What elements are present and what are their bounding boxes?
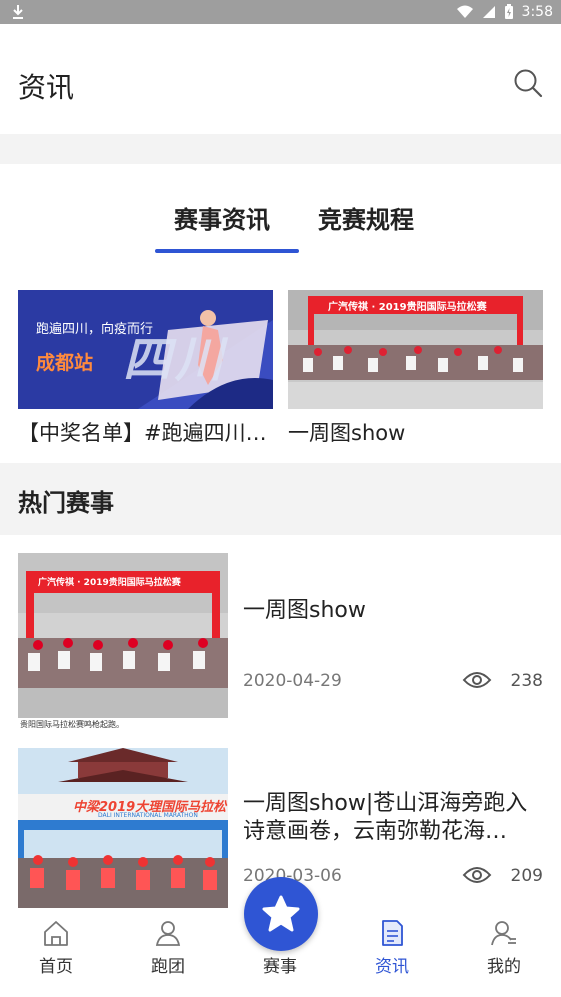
thumbnail-subtitle: DALI INTERNATIONAL MARATHON [98, 812, 198, 819]
item-date: 2020-04-29 [243, 671, 342, 691]
wifi-icon [456, 5, 473, 18]
featured-image-banner: 广汽传祺 · 2019贵阳国际马拉松赛 [328, 302, 487, 313]
featured-image-text-2: 成都站 [36, 352, 94, 374]
nav-team[interactable]: 跑团 [128, 918, 208, 977]
page-title: 资讯 [18, 71, 75, 104]
tab-active-indicator [155, 249, 299, 253]
nav-label: 跑团 [151, 957, 185, 977]
nav-label: 我的 [487, 957, 521, 977]
status-bar: 3:58 [0, 0, 561, 24]
nav-news[interactable]: 资讯 [352, 918, 432, 977]
list-item[interactable]: 广汽传祺 · 2019贵阳国际马拉松赛 贵阳国际马拉松赛鸣枪起跑。 一周图sho… [0, 553, 561, 733]
nav-profile[interactable]: 我的 [464, 918, 544, 977]
item-views: 209 [510, 866, 543, 886]
search-icon[interactable] [513, 68, 543, 98]
news-icon [382, 920, 403, 946]
featured-caption: 【中奖名单】#跑遍四川#… [18, 421, 273, 445]
featured-card[interactable]: 广汽传祺 · 2019贵阳国际马拉松赛 一周图show [288, 290, 543, 447]
section-title: 热门赛事 [18, 489, 114, 517]
featured-image: 广汽传祺 · 2019贵阳国际马拉松赛 [288, 290, 543, 409]
status-time: 3:58 [521, 4, 553, 20]
views-icon [462, 867, 492, 883]
hot-events-header: 热门赛事 [0, 463, 561, 535]
views-icon [462, 672, 492, 688]
nav-home[interactable]: 首页 [16, 918, 96, 977]
signal-icon [482, 6, 495, 18]
section-divider [0, 134, 561, 164]
featured-caption: 一周图show [288, 421, 406, 445]
thumbnail-banner: 广汽传祺 · 2019贵阳国际马拉松赛 [38, 578, 181, 588]
profile-icon [491, 921, 516, 946]
item-views: 238 [510, 671, 543, 691]
featured-image: 跑遍四川，向疫而行 成都站 四川 [18, 290, 273, 409]
events-fab-button[interactable] [244, 877, 318, 951]
thumbnail-caption: 贵阳国际马拉松赛鸣枪起跑。 [20, 720, 124, 729]
status-right: 3:58 [456, 2, 553, 22]
team-icon [155, 921, 181, 946]
item-title: 一周图show [243, 598, 366, 623]
item-thumbnail: 中梁2019大理国际马拉松 DALI INTERNATIONAL MARATHO… [18, 748, 228, 908]
item-thumbnail: 广汽传祺 · 2019贵阳国际马拉松赛 贵阳国际马拉松赛鸣枪起跑。 [18, 553, 228, 733]
item-title: 一周图show|苍山洱海旁跑入诗意画卷，云南弥勒花海… [243, 791, 528, 844]
star-icon [262, 895, 300, 932]
tab-race-news[interactable]: 赛事资讯 [174, 200, 270, 235]
tab-race-rules[interactable]: 竞赛规程 [318, 200, 414, 235]
nav-label: 赛事 [263, 957, 297, 977]
download-icon [13, 5, 23, 19]
featured-card[interactable]: 跑遍四川，向疫而行 成都站 四川 【中奖名单】#跑遍四川#… [18, 290, 273, 447]
app-header: 资讯 [0, 24, 561, 134]
nav-label: 首页 [39, 957, 73, 977]
category-tabs: 赛事资讯 竞赛规程 [0, 164, 561, 284]
home-icon [44, 921, 68, 946]
nav-events[interactable]: 赛事 [240, 952, 320, 977]
featured-image-art: 四川 [123, 332, 228, 388]
nav-label: 资讯 [375, 957, 409, 977]
battery-icon [504, 4, 513, 19]
